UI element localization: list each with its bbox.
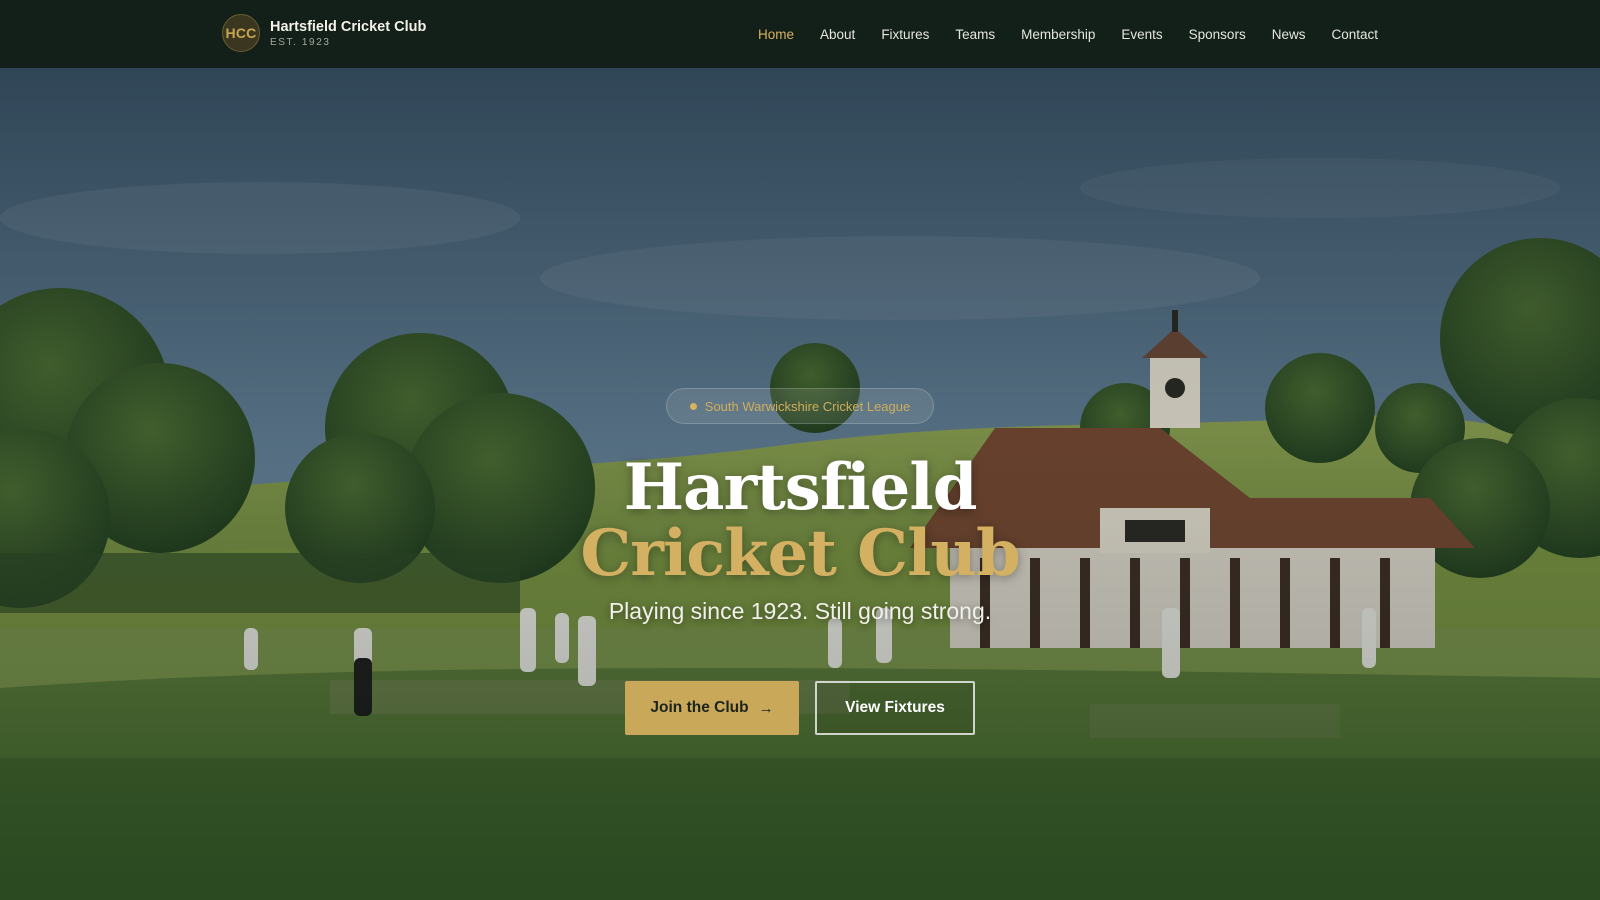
arrow-right-icon: → (758, 699, 774, 717)
hero-title-line-1: Hartsfield (623, 450, 978, 525)
league-badge: South Warwickshire Cricket League (666, 388, 934, 424)
join-the-club-button[interactable]: Join the Club → (625, 681, 799, 735)
badge-dot-icon (689, 402, 697, 410)
nav-item-sponsors[interactable]: Sponsors (1189, 27, 1246, 42)
nav-item-home[interactable]: Home (758, 27, 794, 42)
nav-item-contact[interactable]: Contact (1331, 27, 1378, 42)
nav-item-news[interactable]: News (1272, 27, 1306, 42)
nav-item-membership[interactable]: Membership (1021, 27, 1095, 42)
hero-tagline: Playing since 1923. Still going strong. (608, 598, 992, 624)
brand-text: Hartsfield Cricket Club EST. 1923 (270, 19, 426, 48)
hero-title-line-2: Cricket Club (580, 516, 1020, 591)
nav-item-fixtures[interactable]: Fixtures (881, 27, 929, 42)
main-nav: Home About Fixtures Teams Membership Eve… (758, 0, 1378, 68)
top-navigation-bar: HCC Hartsfield Cricket Club EST. 1923 Ho… (0, 0, 1600, 68)
league-badge-text: South Warwickshire Cricket League (704, 398, 911, 414)
club-logo-badge: HCC (222, 14, 260, 52)
hero-section: South Warwickshire Cricket League Hartsf… (0, 68, 1600, 900)
club-name: Hartsfield Cricket Club (270, 18, 427, 35)
established-year: EST. 1923 (270, 36, 331, 48)
view-fixtures-label: View Fixtures (845, 699, 945, 716)
nav-item-teams[interactable]: Teams (955, 27, 995, 42)
logo-initials: HCC (225, 25, 257, 41)
view-fixtures-button[interactable]: View Fixtures (815, 681, 975, 735)
nav-item-about[interactable]: About (820, 27, 855, 42)
join-the-club-label: Join the Club (650, 699, 749, 716)
brand[interactable]: HCC Hartsfield Cricket Club EST. 1923 (222, 14, 426, 52)
nav-item-events[interactable]: Events (1121, 27, 1162, 42)
